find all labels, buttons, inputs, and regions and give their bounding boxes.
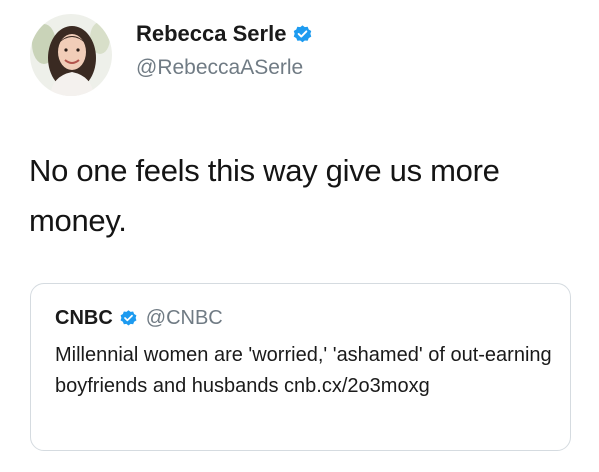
avatar-image: [30, 14, 112, 96]
avatar[interactable]: [30, 14, 112, 96]
verified-badge-icon: [292, 24, 313, 45]
author-name[interactable]: Rebecca Serle: [136, 21, 286, 47]
quoted-tweet-card[interactable]: CNBC @CNBC Millennial women are 'worried…: [30, 283, 571, 451]
tweet: Rebecca Serle @RebeccaASerle No one feel…: [0, 0, 599, 472]
tweet-text: No one feels this way give us more money…: [29, 153, 500, 238]
quoted-tweet-text: Millennial women are 'worried,' 'ashamed…: [55, 344, 552, 397]
quoted-tweet-header: CNBC @CNBC: [55, 307, 223, 330]
quoted-author-handle[interactable]: @CNBC: [146, 307, 223, 330]
quoted-author-name[interactable]: CNBC: [55, 307, 113, 330]
verified-badge-icon: [119, 309, 138, 328]
author-handle[interactable]: @RebeccaASerle: [136, 56, 303, 80]
author-name-row[interactable]: Rebecca Serle: [136, 21, 313, 47]
